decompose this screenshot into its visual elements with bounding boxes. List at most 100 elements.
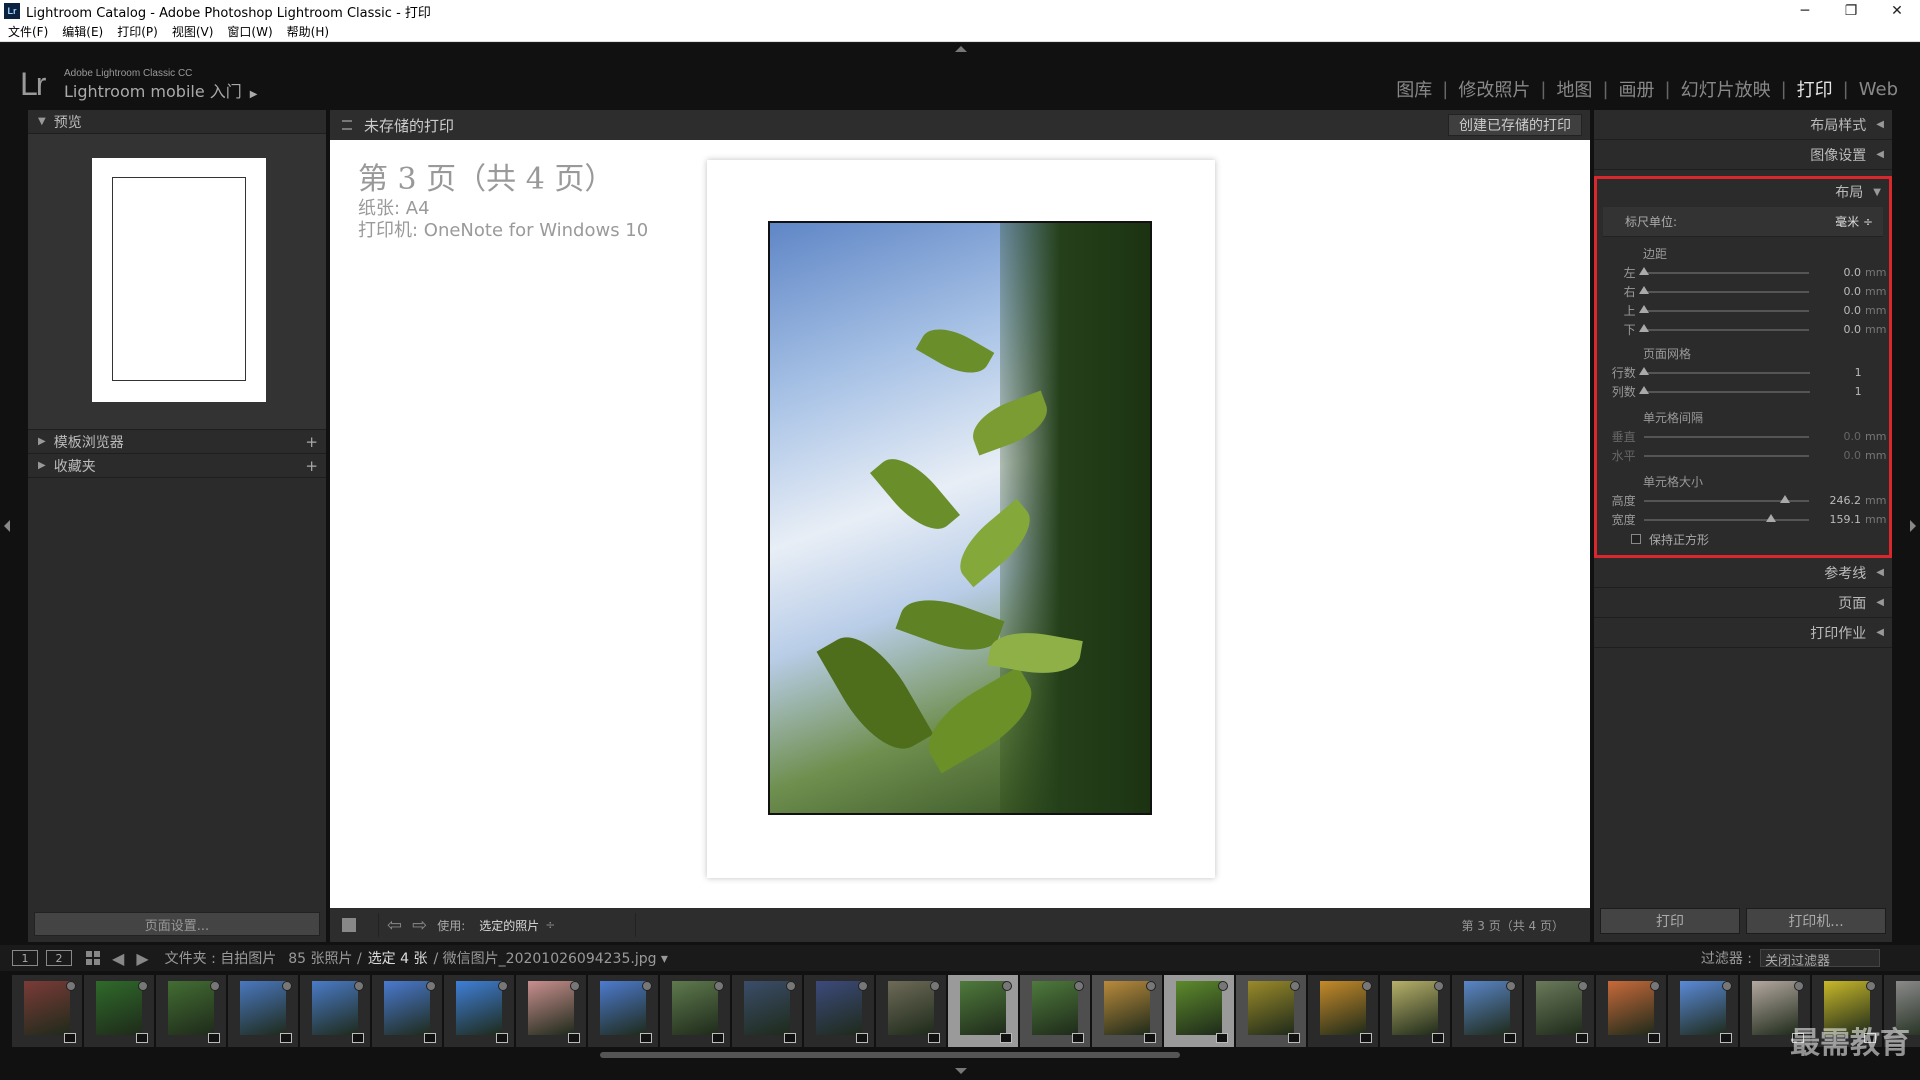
quick-collection-icon[interactable] [1002,981,1012,991]
layout-header[interactable]: 布局 ▼ [1597,179,1889,205]
slider-value[interactable]: 0.0 [1809,285,1862,298]
collapse-top-icon[interactable] [955,46,967,52]
filmstrip-thumbnail[interactable] [1020,975,1090,1047]
previous-page-icon[interactable]: ⇦ [387,915,402,936]
filmstrip-thumbnail[interactable] [804,975,874,1047]
slider-track[interactable] [1643,454,1810,457]
quick-collection-icon[interactable] [1578,981,1588,991]
folder-source[interactable]: 文件夹 : 自拍图片 [165,948,277,968]
quick-collection-icon[interactable] [1362,981,1372,991]
slider-knob[interactable] [1638,285,1649,294]
filmstrip-thumbnail[interactable] [732,975,802,1047]
quick-collection-icon[interactable] [1650,981,1660,991]
slider-track[interactable] [1638,366,1810,375]
create-saved-print-button[interactable]: 创建已存储的打印 [1448,114,1582,136]
quick-collection-icon[interactable] [786,981,796,991]
module-web[interactable]: Web [1849,79,1908,100]
quick-collection-icon[interactable] [498,981,508,991]
maximize-icon[interactable]: ❐ [1828,0,1874,22]
slider-knob[interactable] [1765,513,1776,522]
quick-collection-icon[interactable] [1506,981,1516,991]
slider-value[interactable]: 0.0 [1809,430,1862,443]
next-page-icon[interactable]: ⇨ [412,915,427,936]
quick-collection-icon[interactable] [1218,981,1228,991]
filmstrip-thumbnail[interactable] [1380,975,1450,1047]
right-panel-toggle-icon[interactable] [1910,520,1916,532]
quick-collection-icon[interactable] [642,981,652,991]
filmstrip-thumbnail[interactable] [876,975,946,1047]
filmstrip-thumbnail[interactable] [444,975,514,1047]
slider-track[interactable] [1638,285,1810,294]
mobile-link[interactable]: Lightroom mobile 入门 ▶ [64,78,257,102]
quick-collection-icon[interactable] [570,981,580,991]
template-browser-header[interactable]: ▶ 模板浏览器 + [28,430,326,454]
filmstrip-thumbnail[interactable] [1668,975,1738,1047]
quick-collection-icon[interactable] [1722,981,1732,991]
quick-collection-icon[interactable] [1146,981,1156,991]
slider-value[interactable]: 1 [1810,385,1862,398]
close-icon[interactable]: ✕ [1874,0,1920,22]
quick-collection-icon[interactable] [714,981,724,991]
filter-select[interactable]: 关闭过滤器 [1760,949,1880,969]
quick-collection-icon[interactable] [1794,981,1804,991]
slider-value[interactable]: 0.0 [1809,266,1862,279]
menu-print[interactable]: 打印(P) [117,23,158,40]
menu-edit[interactable]: 编辑(E) [62,23,103,40]
slider-value[interactable]: 0.0 [1809,449,1862,462]
back-arrow-icon[interactable]: ◀ [112,949,124,968]
module-print[interactable]: 打印 [1787,76,1843,102]
keep-square-checkbox[interactable]: 保持正方形 [1603,529,1883,549]
stop-icon[interactable] [342,918,356,932]
module-map[interactable]: 地图 [1546,76,1602,102]
slider-value[interactable]: 159.1 [1809,513,1862,526]
module-develop[interactable]: 修改照片 [1448,76,1540,102]
slider-track[interactable] [1643,494,1810,503]
quick-collection-icon[interactable] [426,981,436,991]
quick-collection-icon[interactable] [930,981,940,991]
print-button[interactable]: 打印 [1600,908,1740,934]
slider-value[interactable]: 246.2 [1809,494,1862,507]
menu-window[interactable]: 窗口(W) [227,23,272,40]
page-setup-button[interactable]: 页面设置... [34,912,320,936]
grid-view-icon[interactable] [86,951,100,965]
minimize-icon[interactable]: ─ [1782,0,1828,22]
menu-view[interactable]: 视图(V) [172,23,214,40]
primary-window-button[interactable]: 1 [12,950,38,966]
quick-collection-icon[interactable] [1074,981,1084,991]
menu-help[interactable]: 帮助(H) [287,23,329,40]
quick-collection-icon[interactable] [210,981,220,991]
filmstrip-thumbnail[interactable] [1524,975,1594,1047]
filmstrip-thumbnail[interactable] [156,975,226,1047]
forward-arrow-icon[interactable]: ▶ [136,949,148,968]
slider-knob[interactable] [1638,366,1649,375]
filmstrip-thumbnail[interactable] [516,975,586,1047]
print-job-header[interactable]: 打印作业 ◀ [1594,618,1892,648]
filmstrip-thumbnail[interactable] [1236,975,1306,1047]
slider-value[interactable]: 0.0 [1809,323,1862,336]
filmstrip-thumbnail[interactable] [1164,975,1234,1047]
slider-track[interactable] [1638,304,1810,313]
filmstrip-thumbnail[interactable] [660,975,730,1047]
page-header[interactable]: 页面 ◀ [1594,588,1892,618]
guides-header[interactable]: 参考线 ◀ [1594,558,1892,588]
add-template-icon[interactable]: + [305,433,318,451]
slider-track[interactable] [1638,266,1810,275]
slider-value[interactable]: 1 [1810,366,1862,379]
filmstrip-thumbnail[interactable] [1452,975,1522,1047]
filmstrip-thumbnail[interactable] [1596,975,1666,1047]
slider-knob[interactable] [1638,323,1649,332]
slider-track[interactable] [1638,323,1810,332]
module-library[interactable]: 图库 [1386,76,1442,102]
ruler-units-select[interactable]: 毫米 ÷ [1835,213,1873,230]
slider-knob[interactable] [1638,266,1649,275]
current-file[interactable]: / 微信图片_20201026094235.jpg ▾ [434,948,668,968]
use-select[interactable]: 选定的照片 [479,917,539,934]
secondary-window-button[interactable]: 2 [46,950,72,966]
module-book[interactable]: 画册 [1609,76,1665,102]
quick-collection-icon[interactable] [1290,981,1300,991]
quick-collection-icon[interactable] [282,981,292,991]
slider-knob[interactable] [1638,304,1649,313]
collapse-bottom-icon[interactable] [955,1068,967,1074]
filmstrip-thumbnail[interactable] [300,975,370,1047]
quick-collection-icon[interactable] [858,981,868,991]
